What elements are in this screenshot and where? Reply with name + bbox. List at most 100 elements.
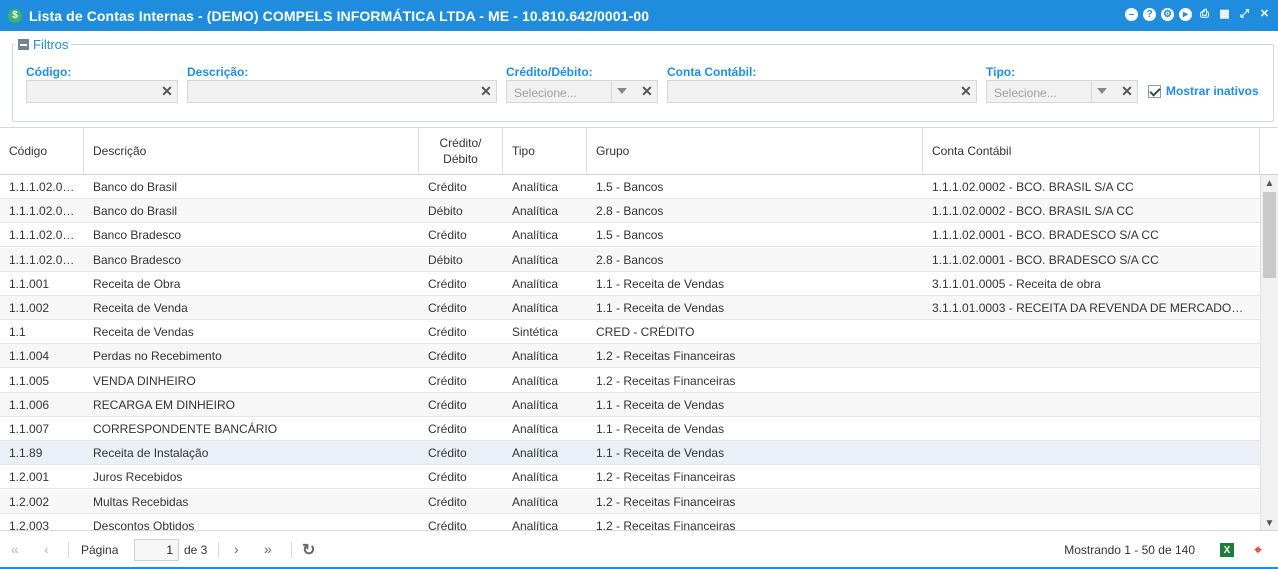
cell-codigo: 1.1.002 xyxy=(9,301,50,315)
chevron-down-icon[interactable] xyxy=(617,88,627,94)
cell-grupo: 2.8 - Bancos xyxy=(596,252,664,267)
cell-tipo: Analítica xyxy=(512,518,559,530)
settings-icon[interactable]: ⚙ xyxy=(1161,8,1174,21)
cell-grupo: 1.1 - Receita de Vendas xyxy=(596,422,725,436)
codigo-label: Código: xyxy=(26,65,72,79)
tipo-label: Tipo: xyxy=(986,65,1016,79)
table-row[interactable]: 1.1.004 Perdas no Recebimento Crédito Analí… xyxy=(0,344,1260,369)
cell-conta-contabil xyxy=(923,344,1256,368)
cell-tipo: Analítica xyxy=(512,180,559,194)
descricao-field[interactable]: ✕ xyxy=(187,80,497,103)
mostrar-inativos-checkbox[interactable] xyxy=(1148,84,1161,98)
cell-conta-contabil: 1.1.1.02.0002 - BCO. BRASIL S/A CC xyxy=(932,204,1134,219)
clear-codigo-icon[interactable]: ✕ xyxy=(157,81,177,102)
cell-descricao: Banco do Brasil xyxy=(93,180,178,194)
cell-credito-debito: Crédito xyxy=(428,325,467,340)
mostrar-inativos-toggle[interactable]: Mostrar inativos xyxy=(1148,84,1259,98)
cell-grupo: 1.1 - Receita de Vendas xyxy=(596,301,725,315)
table-row[interactable]: 1.1.002 Receita de Venda Crédito Analítica 1… xyxy=(0,296,1260,320)
cell-conta-contabil: 1.1.1.02.0001 - BCO. BRADESCO S/A CC xyxy=(932,252,1159,267)
column-header-credito-debito[interactable]: Crédito/Débito xyxy=(419,128,503,174)
vertical-scrollbar[interactable]: ▲ ▼ xyxy=(1260,175,1278,530)
cell-credito-debito: Crédito xyxy=(428,349,467,364)
table-row[interactable]: 1.1.1.02.0… Banco do Brasil Crédito Analíti… xyxy=(0,175,1260,199)
credito-debito-select[interactable]: Selecione... ✕ xyxy=(506,80,658,103)
table-row[interactable]: 1.2.001 Juros Recebidos Crédito Analítica 1.… xyxy=(0,465,1260,490)
previous-page-icon[interactable]: ‹ xyxy=(44,541,49,557)
header-line-2: Débito xyxy=(443,152,478,166)
table-row[interactable]: 1.1.005 VENDA DINHEIRO Crédito Analítica 1.2… xyxy=(0,369,1260,393)
cell-conta-contabil xyxy=(923,441,1256,465)
pdf-export-icon[interactable]: ⌖ xyxy=(1251,542,1265,557)
help-icon[interactable]: ? xyxy=(1143,8,1156,21)
calendar-icon[interactable]: ▦ xyxy=(1217,7,1232,22)
table-row[interactable]: 1.1.89 Receita de Instalação Crédito Analít… xyxy=(0,441,1260,466)
table-row[interactable]: 1.2.002 Multas Recebidas Crédito Analítica 1… xyxy=(0,489,1260,514)
expand-icon[interactable]: ⤢ xyxy=(1237,7,1252,22)
print-icon[interactable]: ⎙ xyxy=(1197,7,1212,22)
scroll-down-icon[interactable]: ▼ xyxy=(1261,515,1278,530)
cell-codigo: 1.1 xyxy=(9,325,26,340)
cell-descricao: Receita de Venda xyxy=(93,301,188,315)
cell-codigo: 1.1.1.02.0… xyxy=(9,204,75,219)
cell-grupo: 1.1 - Receita de Vendas xyxy=(596,446,725,461)
cell-descricao: Receita de Obra xyxy=(93,276,181,291)
play-icon[interactable]: ▸ xyxy=(1179,8,1192,21)
cell-codigo: 1.1.001 xyxy=(9,276,50,291)
clear-conta-contabil-icon[interactable]: ✕ xyxy=(956,81,976,102)
table-row[interactable]: 1.1.1.02.0… Banco Bradesco Débito Analítica… xyxy=(0,247,1260,272)
clear-descricao-icon[interactable]: ✕ xyxy=(476,81,496,102)
column-header-conta-contabil[interactable]: Conta Contábil xyxy=(923,128,1260,174)
cell-credito-debito: Débito xyxy=(428,204,463,219)
paging-info: Mostrando 1 - 50 de 140 xyxy=(1064,543,1195,557)
cell-conta-contabil xyxy=(923,369,1256,393)
window-toolbar: – ? ⚙ ▸ ⎙ ▦ ⤢ ✕ xyxy=(1125,7,1272,22)
cell-codigo: 1.2.002 xyxy=(9,494,50,509)
cell-grupo: 1.2 - Receitas Financeiras xyxy=(596,349,736,364)
clear-credito-debito-icon[interactable]: ✕ xyxy=(637,81,657,102)
column-header-codigo[interactable]: Código xyxy=(0,128,84,174)
cell-conta-contabil: 1.1.1.02.0001 - BCO. BRADESCO S/A CC xyxy=(932,228,1159,243)
page-number-input[interactable]: 1 xyxy=(134,539,179,561)
cell-tipo: Analítica xyxy=(512,301,559,315)
table-row[interactable]: 1.1 Receita de Vendas Crédito Sintética CRED… xyxy=(0,320,1260,345)
tipo-placeholder: Selecione... xyxy=(994,86,1057,100)
page-label: Página xyxy=(81,543,119,557)
clear-tipo-icon[interactable]: ✕ xyxy=(1117,81,1137,102)
cell-conta-contabil: 3.1.1.01.0003 - RECEITA DA REVENDA DE ME… xyxy=(932,301,1244,315)
scroll-thumb[interactable] xyxy=(1263,192,1276,278)
table-row[interactable]: 1.1.1.02.0… Banco do Brasil Débito Analític… xyxy=(0,199,1260,224)
first-page-icon[interactable]: « xyxy=(11,541,19,557)
cell-credito-debito: Crédito xyxy=(428,373,467,388)
select-divider xyxy=(1091,81,1092,102)
table-row[interactable]: 1.2.003 Descontos Obtidos Crédito Analítica… xyxy=(0,514,1260,530)
filters-legend[interactable]: Filtros xyxy=(15,37,72,52)
conta-contabil-field[interactable]: ✕ xyxy=(667,80,977,103)
table-row[interactable]: 1.1.1.02.0… Banco Bradesco Crédito Analític… xyxy=(0,223,1260,248)
close-icon[interactable]: ✕ xyxy=(1257,7,1272,22)
column-header-descricao[interactable]: Descrição xyxy=(84,128,419,174)
cell-grupo: 1.5 - Bancos xyxy=(596,228,664,243)
minimize-circle-icon[interactable]: – xyxy=(1125,8,1138,21)
cell-descricao: Receita de Vendas xyxy=(93,325,194,340)
refresh-icon[interactable]: ↻ xyxy=(302,540,320,559)
table-row[interactable]: 1.1.001 Receita de Obra Crédito Analítica 1.… xyxy=(0,272,1260,296)
chevron-down-icon[interactable] xyxy=(1097,88,1107,94)
excel-export-icon[interactable]: X xyxy=(1220,543,1234,557)
table-row[interactable]: 1.1.007 CORRESPONDENTE BANCÁRIO Crédito Ana… xyxy=(0,417,1260,441)
cell-conta-contabil xyxy=(923,417,1256,441)
collapse-icon[interactable] xyxy=(18,39,29,50)
column-header-grupo[interactable]: Grupo xyxy=(587,128,923,174)
tipo-select[interactable]: Selecione... ✕ xyxy=(986,80,1138,103)
column-header-tipo[interactable]: Tipo xyxy=(503,128,587,174)
table-row[interactable]: 1.1.006 RECARGA EM DINHEIRO Crédito Analíti… xyxy=(0,392,1260,417)
next-page-icon[interactable]: › xyxy=(234,541,239,557)
codigo-field[interactable]: ✕ xyxy=(26,80,178,103)
cell-descricao: Banco Bradesco xyxy=(93,228,182,243)
window-titlebar: $ Lista de Contas Internas - (DEMO) COMP… xyxy=(0,0,1278,31)
cell-codigo: 1.1.007 xyxy=(9,422,50,436)
last-page-icon[interactable]: » xyxy=(264,541,272,557)
scroll-up-icon[interactable]: ▲ xyxy=(1261,175,1278,191)
cell-grupo: 1.2 - Receitas Financeiras xyxy=(596,470,736,485)
pagination-bar: « ‹ Página 1 de 3 › » ↻ Mostrando 1 - 50… xyxy=(0,530,1278,569)
